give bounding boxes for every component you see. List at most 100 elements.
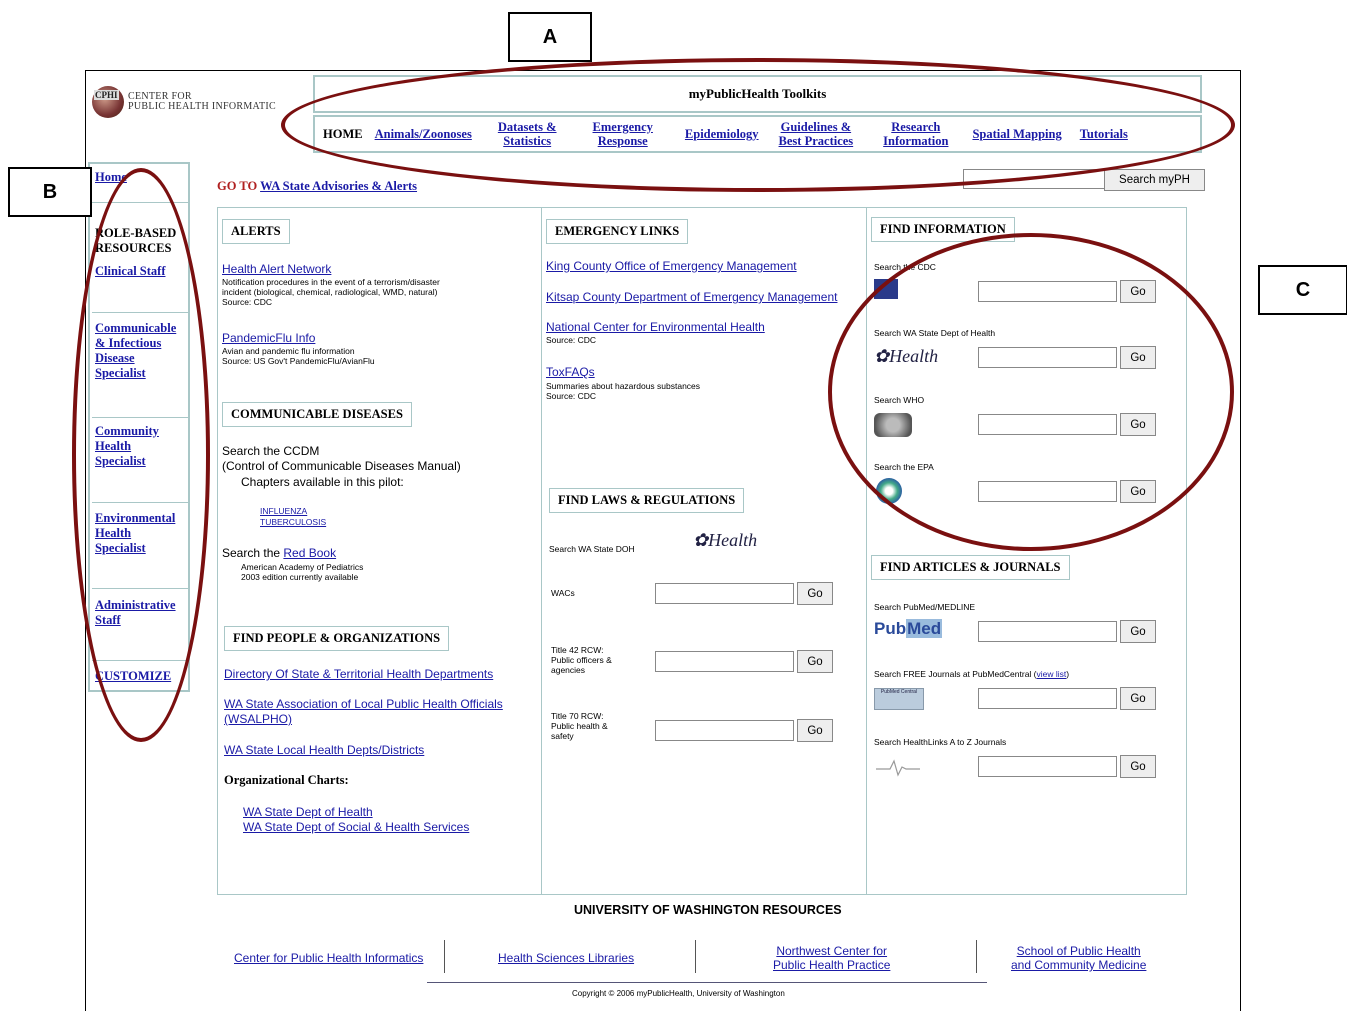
advisories-link[interactable]: WA State Advisories & Alerts [260, 179, 417, 193]
nceh-source: Source: CDC [546, 335, 597, 345]
ccdm-line1: Search the CCDM [222, 444, 320, 458]
t42-input[interactable] [655, 651, 794, 672]
people-link-wsalpho[interactable]: WA State Association of Local Public Hea… [224, 697, 503, 711]
uw-link-sph[interactable]: School of Public Health and Community Med… [1011, 944, 1146, 972]
pmc-search-input[interactable] [978, 688, 1117, 709]
footer-rule [427, 982, 987, 983]
redbook-desc-l2: 2003 edition currently available [241, 572, 359, 582]
t70-l1: Title 70 RCW: [551, 711, 604, 721]
healthlinks-logo-icon [876, 759, 920, 777]
han-desc: Notification procedures in the event of … [222, 277, 440, 307]
wacs-input[interactable] [655, 583, 794, 604]
callout-b-label: B [8, 167, 92, 217]
flu-desc-l2: Source: US Gov't PandemicFlu/AvianFlu [222, 356, 375, 366]
people-link-wsalpho-abbr[interactable]: (WSALPHO) [224, 712, 292, 726]
laws-heading: FIND LAWS & REGULATIONS [549, 488, 745, 513]
laws-health-logo-text: Health [708, 530, 758, 550]
t70-l3: safety [551, 731, 574, 741]
org-charts-heading: Organizational Charts: [224, 773, 349, 787]
callout-c-label: C [1258, 265, 1347, 315]
uw-link-cphi[interactable]: Center for Public Health Informatics [234, 951, 423, 965]
t42-l3: agencies [551, 665, 586, 675]
tox-desc: Summaries about hazardous substances Sour… [546, 381, 700, 401]
uw-sph-l2: and Community Medicine [1011, 958, 1147, 972]
laws-search-label: Search WA State DOH [549, 544, 635, 554]
flu-desc-l1: Avian and pandemic flu information [222, 346, 355, 356]
king-county-link[interactable]: King County Office of Emergency Manageme… [546, 259, 797, 273]
pmc-search-label: Search FREE Journals at PubMedCentral (v… [874, 669, 1069, 679]
annotation-ellipse-a [281, 58, 1235, 192]
influenza-link[interactable]: INFLUENZA [260, 506, 307, 516]
search-myph-button[interactable]: Search myPH [1104, 169, 1205, 191]
org-link-dshs[interactable]: WA State Dept of Social & Health Service… [243, 820, 469, 834]
t70-label: Title 70 RCW: Public health & safety [551, 711, 608, 741]
t42-l1: Title 42 RCW: [551, 645, 604, 655]
logo-mark-text: CPHI [94, 90, 119, 100]
logo-text: CENTER FOR PUBLIC HEALTH INFORMATIC [128, 92, 276, 112]
people-link-directory[interactable]: Directory Of State & Territorial Health … [224, 667, 493, 681]
people-heading: FIND PEOPLE & ORGANIZATIONS [224, 626, 450, 651]
pmc-logo: PubMed Central [874, 688, 924, 710]
redbook-prefix: Search the [222, 546, 281, 560]
uw-link-nwc[interactable]: Northwest Center for Public Health Practi… [773, 944, 890, 972]
articles-heading: FIND ARTICLES & JOURNALS [871, 555, 1070, 580]
wacs-label: WACs [551, 588, 575, 598]
t42-go-button[interactable]: Go [797, 650, 833, 673]
emergency-links-heading: EMERGENCY LINKS [546, 219, 689, 244]
pubmed-search-input[interactable] [978, 621, 1117, 642]
nceh-link[interactable]: National Center for Environmental Health [546, 320, 765, 334]
redbook-desc: American Academy of Pediatrics 2003 editi… [241, 562, 363, 582]
callout-a-label: A [508, 12, 592, 62]
redbook-link[interactable]: Red Book [283, 546, 336, 560]
flu-desc: Avian and pandemic flu information Source… [222, 346, 375, 366]
pmc-suffix: ) [1066, 669, 1070, 679]
cphi-logo-mark: CPHI [92, 86, 124, 118]
uw-link-hsl[interactable]: Health Sciences Libraries [498, 951, 634, 965]
wacs-go-button[interactable]: Go [797, 582, 833, 605]
healthlinks-search-input[interactable] [978, 756, 1117, 777]
han-link[interactable]: Health Alert Network [222, 262, 331, 276]
han-desc-l2: incident (biological, chemical, radiolog… [222, 287, 438, 297]
t70-l2: Public health & [551, 721, 608, 731]
uw-sph-l1: School of Public Health [1016, 944, 1141, 958]
tox-desc-l2: Source: CDC [546, 391, 597, 401]
t70-input[interactable] [655, 720, 794, 741]
alerts-heading: ALERTS [222, 219, 290, 244]
han-desc-l3: Source: CDC [222, 297, 273, 307]
cphi-logo[interactable]: CPHI CENTER FOR PUBLIC HEALTH INFORMATIC [92, 86, 307, 126]
healthlinks-go-button[interactable]: Go [1120, 755, 1156, 778]
pmc-go-button[interactable]: Go [1120, 687, 1156, 710]
t42-l2: Public officers & [551, 655, 612, 665]
goto-advisories: GO TO WA State Advisories & Alerts [217, 179, 417, 194]
communicable-heading: COMMUNICABLE DISEASES [222, 402, 412, 427]
t42-label: Title 42 RCW: Public officers & agencies [551, 645, 612, 675]
han-desc-l1: Notification procedures in the event of … [222, 277, 440, 287]
footer-divider [444, 940, 445, 973]
laws-doh-logo: ✿Health [693, 530, 758, 550]
ccdm-line2: (Control of Communicable Diseases Manual… [222, 459, 461, 473]
people-link-local-depts[interactable]: WA State Local Health Depts/Districts [224, 743, 424, 757]
pubmed-go-button[interactable]: Go [1120, 620, 1156, 643]
pubmed-logo-a: Pub [874, 619, 907, 638]
pubmed-logo: PubMed [874, 619, 943, 639]
t70-go-button[interactable]: Go [797, 719, 833, 742]
pubmed-search-label: Search PubMed/MEDLINE [874, 602, 976, 612]
column-divider [541, 207, 542, 895]
tuberculosis-link[interactable]: TUBERCULOSIS [260, 517, 326, 527]
ccdm-line3: Chapters available in this pilot: [241, 475, 404, 489]
uw-nwc-l1: Northwest Center for [776, 944, 888, 958]
healthlinks-search-label: Search HealthLinks A to Z Journals [874, 737, 1007, 747]
kitsap-county-link[interactable]: Kitsap County Department of Emergency Ma… [546, 290, 837, 304]
pubmed-logo-b: Med [906, 619, 943, 638]
pandemicflu-link[interactable]: PandemicFlu Info [222, 331, 315, 345]
org-link-doh[interactable]: WA State Dept of Health [243, 805, 373, 819]
pmc-view-list-link[interactable]: view list [1037, 669, 1067, 679]
toxfaqs-link[interactable]: ToxFAQs [546, 365, 595, 379]
redbook-desc-l1: American Academy of Pediatrics [241, 562, 364, 572]
footer-divider [695, 940, 696, 973]
tox-desc-l1: Summaries about hazardous substances [546, 381, 701, 391]
logo-line2: PUBLIC HEALTH INFORMATIC [128, 101, 276, 112]
uw-nwc-l2: Public Health Practice [773, 958, 891, 972]
pmc-prefix: Search FREE Journals at PubMedCentral ( [874, 669, 1037, 679]
footer-divider [976, 940, 977, 973]
